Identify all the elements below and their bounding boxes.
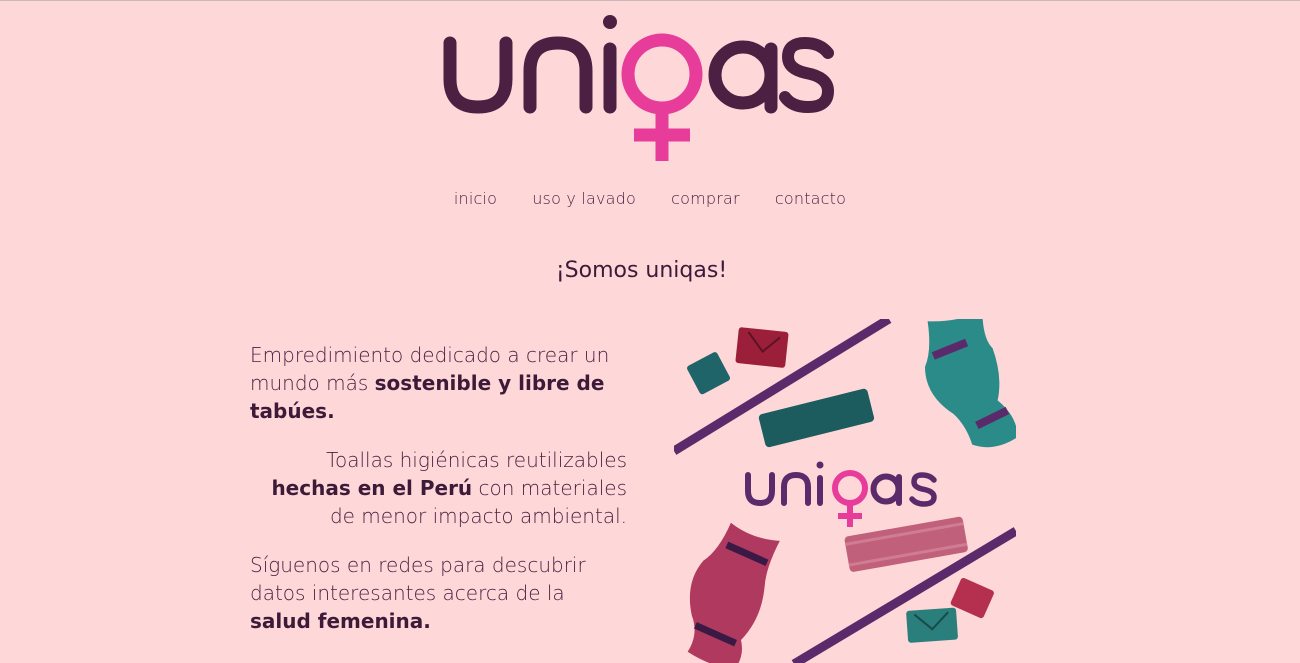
nav-item-uso-y-lavado[interactable]: uso y lavado	[532, 189, 636, 208]
reusable-pads-illustration	[674, 319, 1016, 663]
nav-item-inicio[interactable]: inicio	[454, 189, 497, 208]
intro-paragraph-mission: Empredimiento dedicado a crear un mundo …	[250, 341, 630, 425]
nav-item-contacto[interactable]: contacto	[775, 189, 846, 208]
paragraph-text: Síguenos en redes para descubrir datos i…	[250, 553, 586, 605]
page: inicio uso y lavado comprar contacto ¡So…	[0, 0, 1300, 663]
paragraph-bold-text: hechas en el Perú	[271, 476, 473, 500]
brand-logo[interactable]	[440, 9, 840, 169]
product-photo	[674, 319, 1016, 663]
paragraph-bold-text: salud femenina.	[250, 609, 431, 633]
nav-item-comprar[interactable]: comprar	[671, 189, 740, 208]
intro-paragraph-social: Síguenos en redes para descubrir datos i…	[250, 551, 630, 635]
intro-paragraph-products: Toallas higiénicas reutilizables hechas …	[250, 446, 627, 530]
page-headline: ¡Somos uniqas!	[555, 258, 728, 283]
main-nav: inicio uso y lavado comprar contacto	[0, 189, 1300, 208]
uniqas-logo-icon	[443, 15, 835, 161]
paragraph-text: Toallas higiénicas reutilizables	[326, 448, 627, 472]
